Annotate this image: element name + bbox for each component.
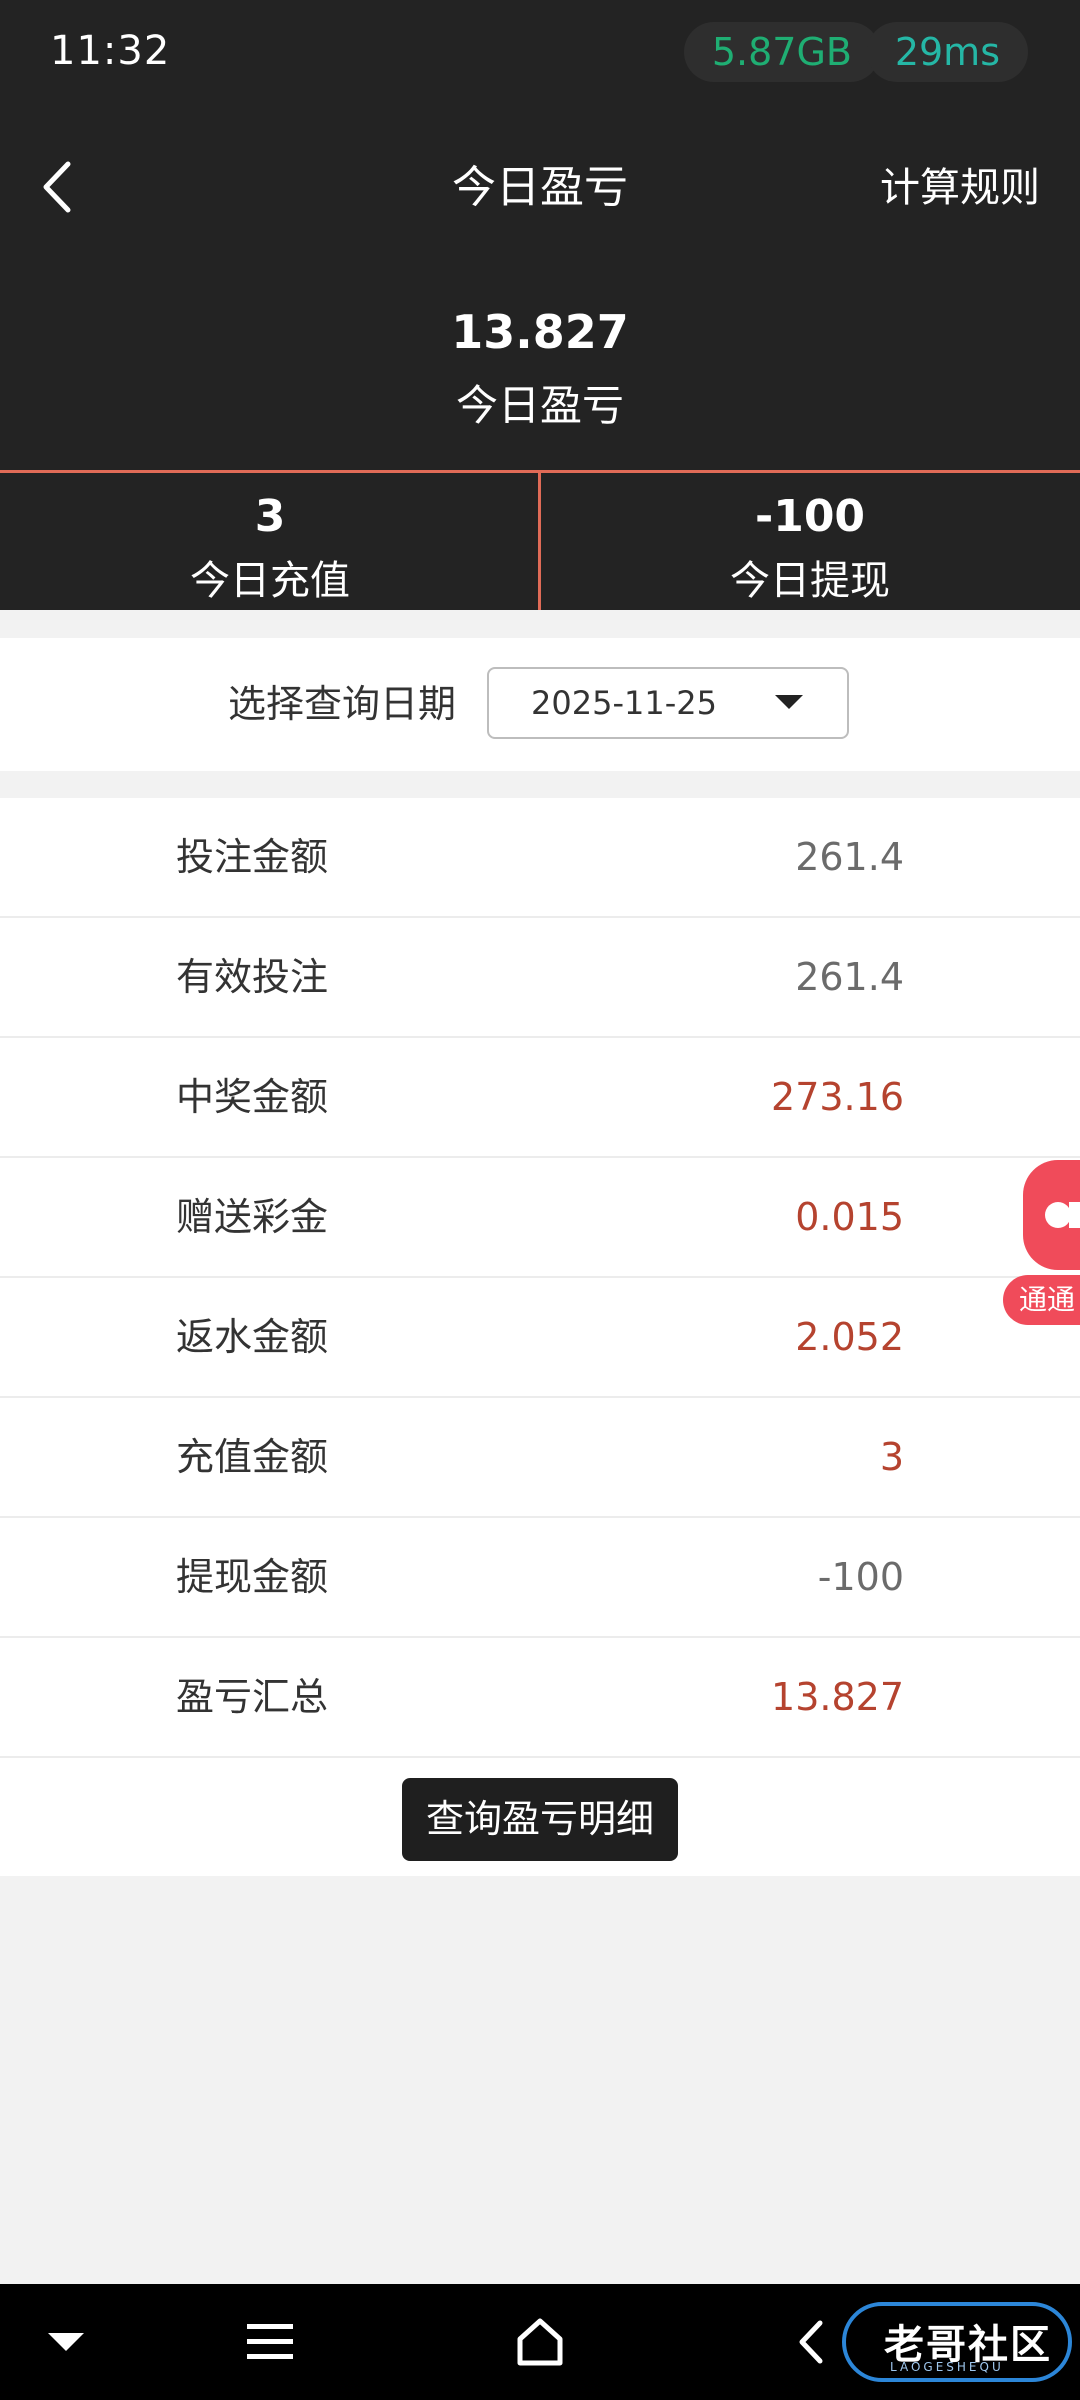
list-item-win-amount: 中奖金额 273.16 [0, 1038, 1080, 1158]
stat-withdraw: -100 今日提现 [540, 473, 1080, 610]
row-value: 3 [879, 1435, 904, 1479]
today-profit-label: 今日盈亏 [455, 381, 624, 430]
row-value: 261.4 [795, 955, 904, 999]
list-item-withdraw: 提现金额 -100 [0, 1518, 1080, 1638]
query-detail-button[interactable]: 查询盈亏明细 [402, 1778, 678, 1861]
floating-assistant-label: 通通 [1003, 1275, 1080, 1325]
system-nav-bar: 老哥社区 LAOGESHEQU [0, 2284, 1080, 2400]
list-item-recharge: 充值金额 3 [0, 1398, 1080, 1518]
list-item-bet-amount: 投注金额 261.4 [0, 798, 1080, 918]
app-root: 11:32 5.87GB 29ms 今日盈亏 计算规则 13.827 今日盈亏 … [0, 0, 1080, 2400]
row-value: -100 [817, 1555, 904, 1599]
stat-recharge-value: 3 [254, 491, 286, 542]
mascot-eye [1045, 1202, 1071, 1228]
profit-detail-list: 投注金额 261.4 有效投注 261.4 中奖金额 273.16 赠送彩金 0… [0, 798, 1080, 1876]
watermark-logo: 老哥社区 LAOGESHEQU [842, 2302, 1072, 2382]
row-value: 273.16 [771, 1075, 904, 1119]
nav-menu-button[interactable] [220, 2284, 320, 2400]
row-label: 充值金额 [176, 1435, 329, 1479]
stat-recharge-label: 今日充值 [190, 558, 350, 604]
row-label: 赠送彩金 [176, 1195, 329, 1239]
caret-down-icon [775, 695, 803, 709]
floating-assistant[interactable]: 通通 [1003, 1140, 1080, 1330]
chevron-left-icon [799, 2320, 823, 2364]
row-value: 0.015 [795, 1195, 904, 1239]
row-label: 中奖金额 [176, 1075, 329, 1119]
row-label: 返水金额 [176, 1315, 329, 1359]
stat-withdraw-value: -100 [754, 491, 866, 542]
row-value: 2.052 [795, 1315, 904, 1359]
page-header: 今日盈亏 计算规则 13.827 今日盈亏 [0, 120, 1080, 470]
mascot-eye [1069, 1202, 1080, 1228]
row-value: 261.4 [795, 835, 904, 879]
stat-recharge: 3 今日充值 [0, 473, 540, 610]
row-label: 投注金额 [176, 835, 329, 879]
row-label: 盈亏汇总 [176, 1675, 329, 1719]
list-item-bonus: 赠送彩金 0.015 [0, 1158, 1080, 1278]
row-value: 13.827 [771, 1675, 904, 1719]
date-select-value: 2025-11-25 [531, 684, 717, 722]
nav-home-button[interactable] [490, 2284, 590, 2400]
row-label: 有效投注 [176, 955, 329, 999]
detail-button-area: 查询盈亏明细 [0, 1758, 1080, 1876]
today-profit-value: 13.827 [451, 305, 629, 359]
triangle-down-icon [48, 2333, 84, 2351]
date-picker-label: 选择查询日期 [228, 682, 457, 726]
menu-icon [247, 2324, 293, 2359]
status-bar: 11:32 5.87GB 29ms [0, 0, 1080, 120]
stat-withdraw-label: 今日提现 [730, 558, 890, 604]
watermark-subtext: LAOGESHEQU [890, 2360, 1004, 2374]
rules-button[interactable]: 计算规则 [880, 138, 1040, 238]
nav-collapse-button[interactable] [16, 2284, 116, 2400]
date-select[interactable]: 2025-11-25 [487, 667, 849, 739]
stats-bar: 3 今日充值 -100 今日提现 [0, 473, 1080, 610]
list-item-rebate: 返水金额 2.052 [0, 1278, 1080, 1398]
row-label: 提现金额 [176, 1555, 329, 1599]
memory-indicator: 5.87GB [683, 22, 880, 82]
status-time: 11:32 [50, 28, 171, 74]
ping-indicator: 29ms [866, 22, 1028, 82]
date-picker-card: 选择查询日期 2025-11-25 [0, 638, 1080, 771]
list-item-profit-total: 盈亏汇总 13.827 [0, 1638, 1080, 1758]
home-icon [517, 2318, 563, 2366]
list-item-valid-bet: 有效投注 261.4 [0, 918, 1080, 1038]
